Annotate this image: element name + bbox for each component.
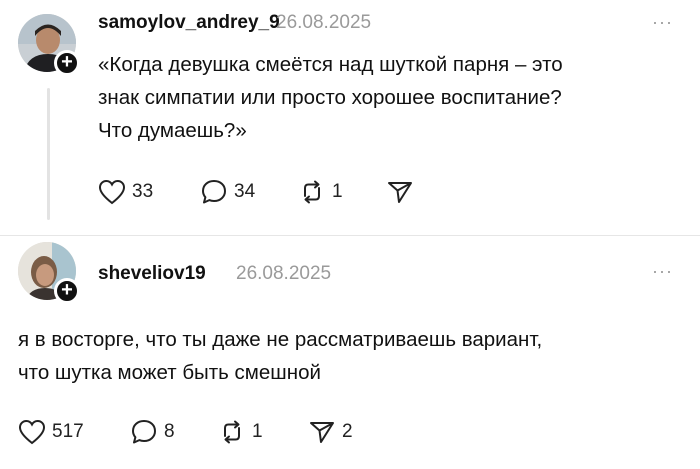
- repost-button[interactable]: 1: [218, 417, 263, 447]
- thread-line: [47, 88, 50, 220]
- post-text-line: что шутка может быть смешной: [18, 361, 321, 384]
- comment-count: 8: [164, 421, 175, 442]
- username[interactable]: samoylov_andrey_9: [98, 12, 280, 34]
- comment-button[interactable]: 34: [200, 177, 255, 207]
- post-1: + samoylov_andrey_9 26.08.2025 ··· «Когд…: [0, 0, 700, 235]
- repost-icon: [304, 180, 320, 204]
- post-2: + sheveliov19 26.08.2025 ··· я в восторг…: [0, 236, 700, 469]
- like-button[interactable]: 517: [18, 417, 84, 447]
- repost-button[interactable]: 1: [298, 177, 343, 207]
- heart-icon: [98, 179, 126, 205]
- comment-bubble-icon: [132, 420, 156, 444]
- post-date: 26.08.2025: [276, 12, 372, 33]
- comment-bubble-icon: [202, 180, 226, 204]
- post-text-line: знак симпатии или просто хорошее воспита…: [98, 86, 562, 109]
- like-button[interactable]: 33: [98, 177, 153, 207]
- comment-count: 34: [234, 181, 256, 202]
- post-text-line: Что думаешь?»: [98, 119, 247, 142]
- post-text-line: я в восторге, что ты даже не рассматрива…: [18, 328, 543, 351]
- username[interactable]: sheveliov19: [98, 263, 206, 285]
- share-button[interactable]: 2: [308, 417, 353, 447]
- post-text: «Когда девушка смеётся над шуткой парня …: [98, 48, 563, 147]
- action-bar: 517 8 1 2: [18, 417, 378, 447]
- comment-button[interactable]: 8: [130, 417, 175, 447]
- repost-count: 1: [252, 421, 263, 442]
- repost-icon: [224, 420, 240, 444]
- follow-plus-icon[interactable]: +: [54, 50, 80, 76]
- heart-icon: [18, 419, 46, 445]
- more-dots-icon[interactable]: ···: [652, 12, 673, 33]
- post-text-line: «Когда девушка смеётся над шуткой парня …: [98, 53, 563, 76]
- send-icon: [310, 422, 334, 443]
- send-icon: [388, 182, 412, 203]
- repost-count: 1: [332, 181, 343, 202]
- post-text: я в восторге, что ты даже не рассматрива…: [18, 323, 542, 389]
- like-count: 517: [52, 421, 84, 442]
- like-count: 33: [132, 181, 154, 202]
- share-button[interactable]: [386, 177, 420, 207]
- follow-plus-icon[interactable]: +: [54, 278, 80, 304]
- post-date: 26.08.2025: [236, 263, 332, 284]
- more-dots-icon[interactable]: ···: [652, 261, 673, 282]
- action-bar: 33 34 1: [98, 177, 438, 207]
- share-count: 2: [342, 421, 353, 442]
